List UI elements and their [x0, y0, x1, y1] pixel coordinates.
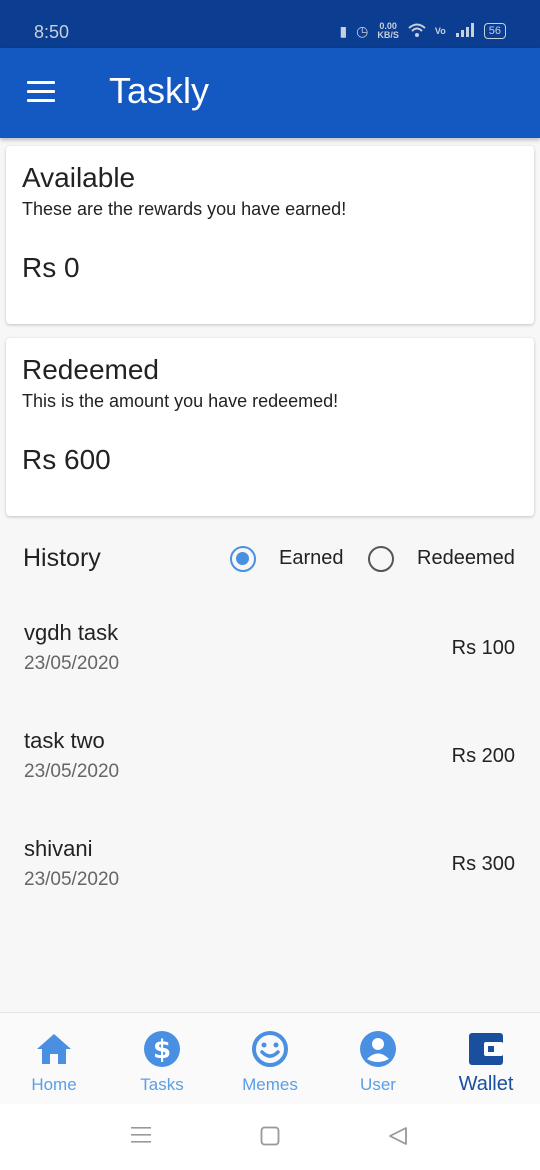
list-item[interactable]: task two 23/05/2020 Rs 200	[0, 718, 540, 826]
nav-wallet-label: Wallet	[458, 1073, 514, 1095]
system-nav-bar	[0, 1104, 540, 1170]
redeemed-card: Redeemed This is the amount you have red…	[6, 338, 534, 516]
menu-icon[interactable]	[27, 81, 57, 103]
recent-apps-icon[interactable]	[131, 1126, 151, 1149]
item-name: shivani	[24, 836, 93, 861]
nav-user-label: User	[360, 1075, 396, 1094]
nav-memes[interactable]: Memes	[216, 1013, 324, 1105]
nav-tasks[interactable]: $ Tasks	[108, 1013, 216, 1105]
item-date: 23/05/2020	[24, 869, 120, 890]
nav-home-label: Home	[31, 1075, 77, 1094]
volte-icon: Vo	[434, 26, 446, 36]
user-icon	[358, 1029, 398, 1069]
item-amount: Rs 100	[451, 637, 515, 659]
item-amount: Rs 200	[451, 745, 515, 767]
wifi-icon	[408, 23, 426, 40]
history-title: History	[23, 544, 101, 572]
nav-tasks-label: Tasks	[140, 1075, 184, 1094]
redeemed-subtitle: This is the amount you have redeemed!	[22, 391, 339, 411]
list-item[interactable]: vgdh task 23/05/2020 Rs 100	[0, 610, 540, 718]
alarm-icon: ◷	[356, 22, 369, 39]
available-title: Available	[22, 162, 136, 193]
available-amount: Rs 0	[22, 252, 80, 283]
status-time: 8:50	[34, 22, 70, 42]
status-icons: ▮ ◷ 0.00 KB/S Vo 56	[339, 22, 506, 40]
nav-user[interactable]: User	[324, 1013, 432, 1105]
list-item[interactable]: shivani 23/05/2020 Rs 300	[0, 826, 540, 934]
network-speed-unit: KB/S	[377, 30, 399, 40]
home-button-icon[interactable]	[260, 1126, 280, 1151]
vibrate-icon: ▮	[339, 22, 348, 39]
history-list: vgdh task 23/05/2020 Rs 100 task two 23/…	[0, 610, 540, 934]
item-name: vgdh task	[24, 620, 119, 645]
earned-radio[interactable]	[230, 546, 256, 572]
earned-radio-label[interactable]: Earned	[279, 547, 344, 570]
home-icon	[34, 1029, 74, 1069]
app-title: Taskly	[109, 70, 210, 111]
redeemed-radio-label[interactable]: Redeemed	[417, 547, 515, 570]
bottom-nav: Home $ Tasks Memes User Wallet	[0, 1012, 540, 1104]
nav-wallet[interactable]: Wallet	[432, 1013, 540, 1105]
status-bar: 8:50 ▮ ◷ 0.00 KB/S Vo 56	[0, 0, 540, 48]
item-date: 23/05/2020	[24, 653, 120, 674]
available-card: Available These are the rewards you have…	[6, 146, 534, 324]
nav-memes-label: Memes	[242, 1075, 298, 1094]
signal-icon	[455, 22, 475, 40]
app-bar: Taskly	[0, 48, 540, 138]
dollar-icon: $	[142, 1029, 182, 1069]
history-header: History Earned Redeemed	[0, 536, 540, 580]
item-date: 23/05/2020	[24, 761, 120, 782]
battery-icon: 56	[483, 23, 506, 39]
item-amount: Rs 300	[451, 853, 515, 875]
redeemed-amount: Rs 600	[22, 444, 111, 475]
available-subtitle: These are the rewards you have earned!	[22, 199, 347, 219]
redeemed-title: Redeemed	[22, 354, 159, 385]
smiley-icon	[250, 1029, 290, 1069]
network-speed: 0.00 KB/S	[377, 22, 399, 40]
back-icon[interactable]	[388, 1126, 408, 1151]
redeemed-radio[interactable]	[368, 546, 394, 572]
wallet-icon	[466, 1029, 506, 1069]
item-name: task two	[24, 728, 105, 753]
svg-text:$: $	[153, 1035, 171, 1065]
nav-home[interactable]: Home	[0, 1013, 108, 1105]
